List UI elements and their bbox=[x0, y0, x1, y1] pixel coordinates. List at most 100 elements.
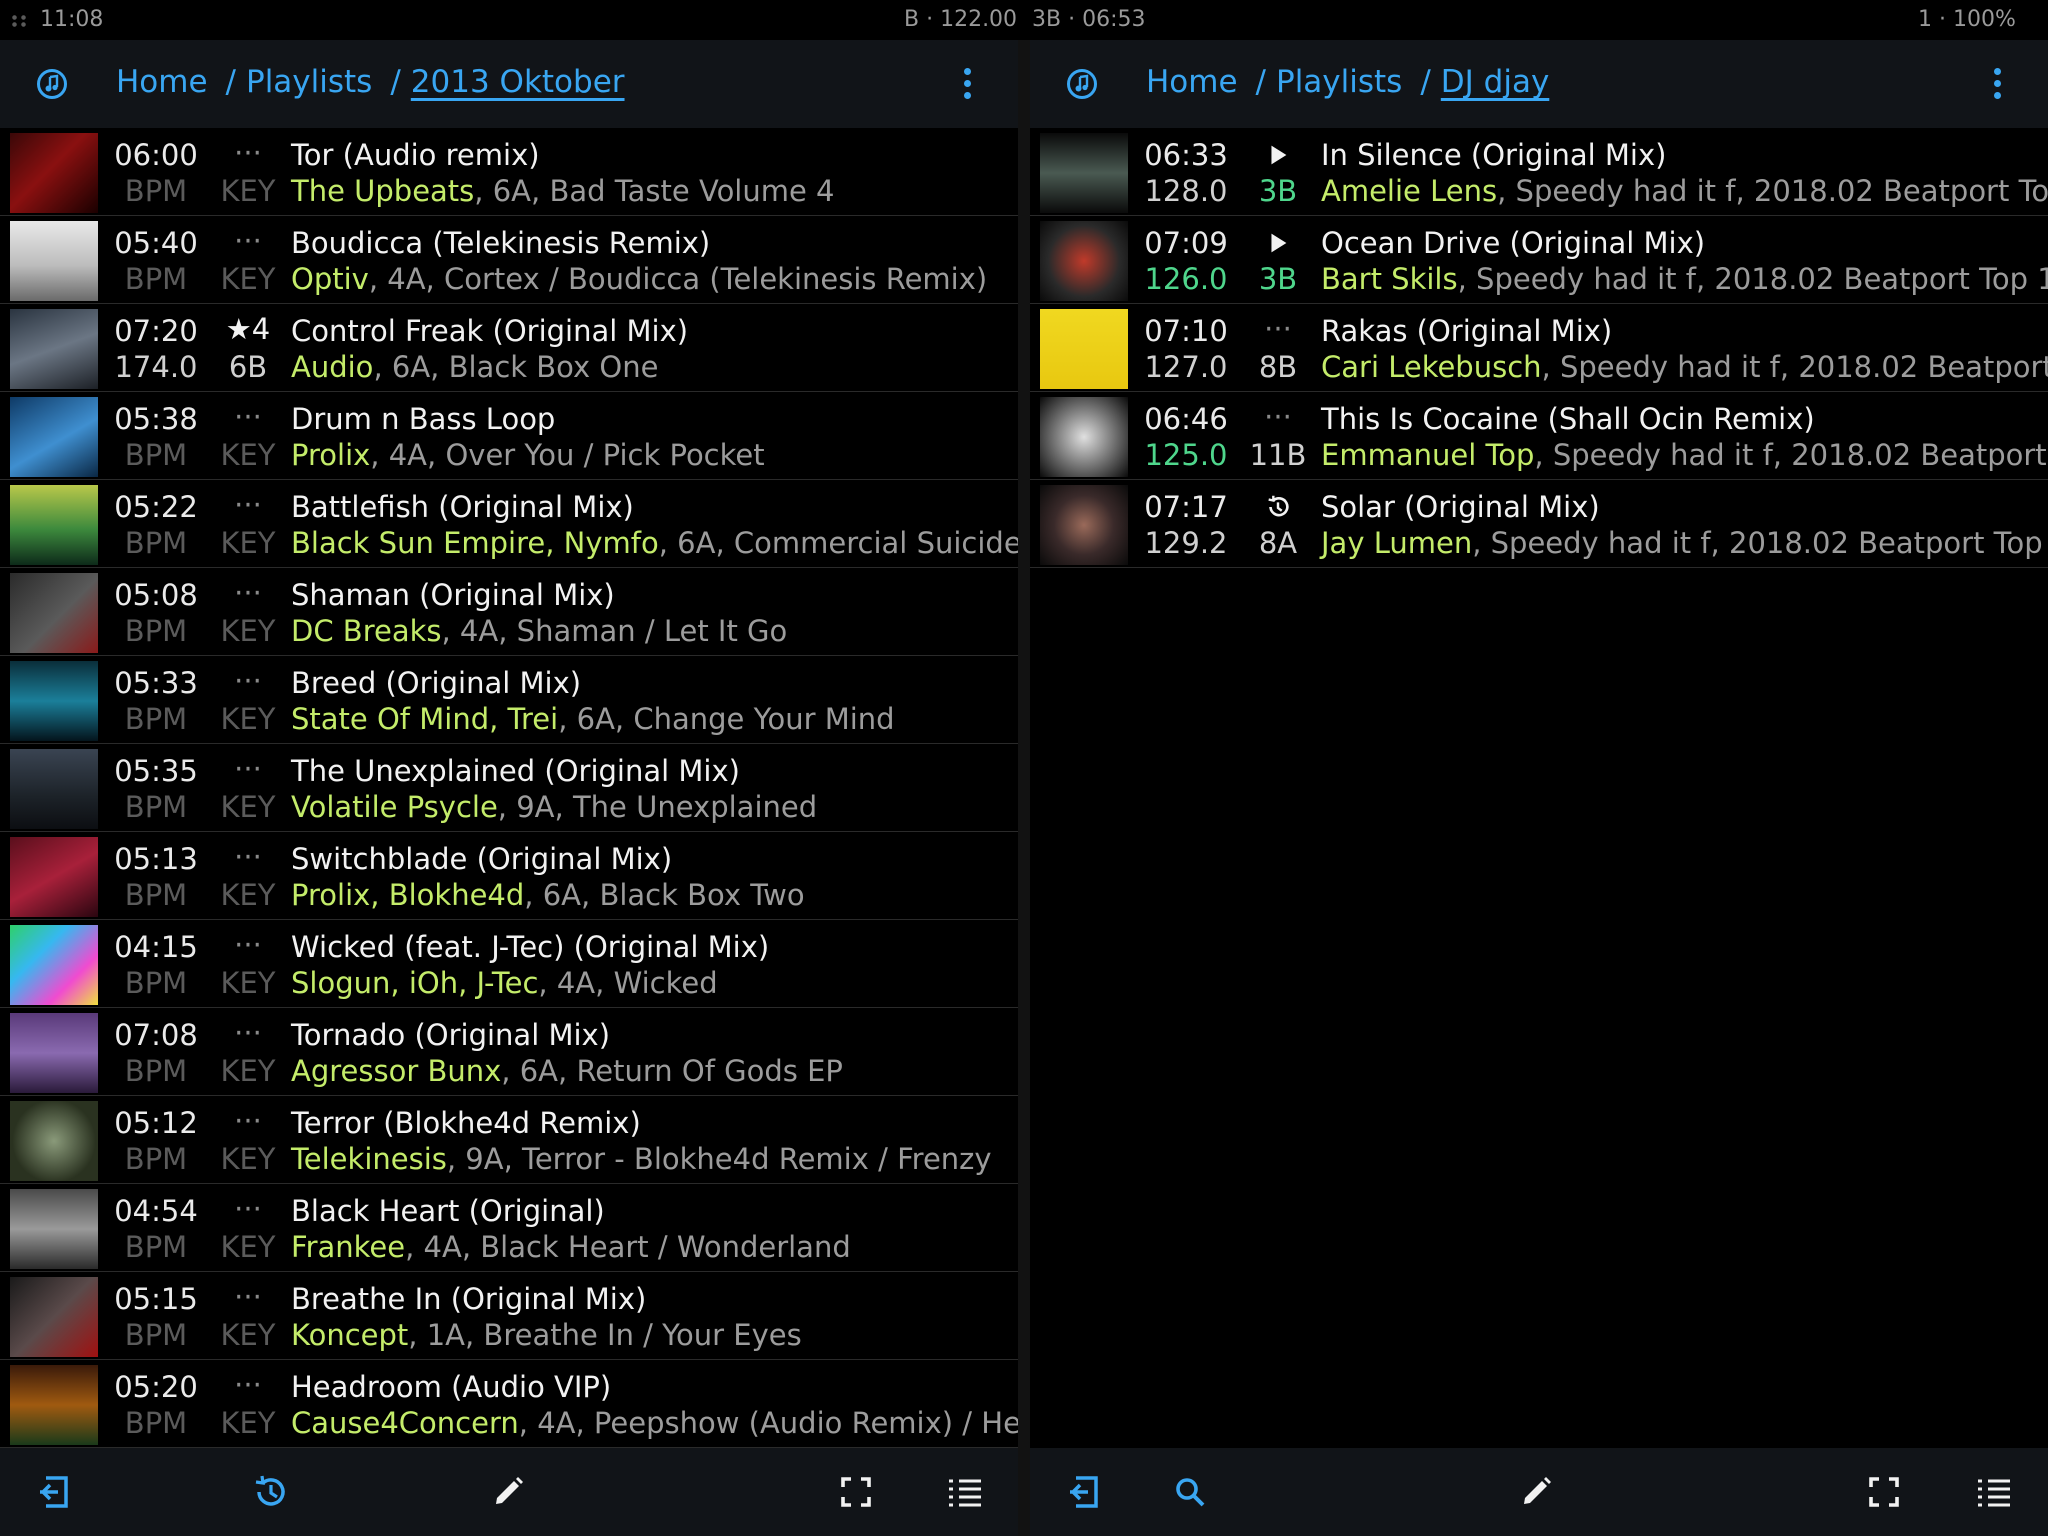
album-cover[interactable] bbox=[10, 133, 98, 213]
track-artist: Audio bbox=[291, 350, 374, 384]
track-title: Black Heart (Original) bbox=[291, 1194, 605, 1228]
track-status: ··· bbox=[234, 1280, 262, 1314]
album-cover[interactable] bbox=[10, 397, 98, 477]
track-row[interactable]: 04:54 BPM ··· KEY Black Heart (Original) Fran… bbox=[0, 1184, 1018, 1272]
album-cover[interactable] bbox=[10, 1189, 98, 1269]
track-bpm: BPM bbox=[124, 878, 188, 912]
track-list[interactable]: 06:00 BPM ··· KEY Tor (Audio remix) The Upbea… bbox=[0, 128, 1018, 1448]
album-cover[interactable] bbox=[1040, 133, 1128, 213]
album-cover[interactable] bbox=[1040, 485, 1128, 565]
album-cover[interactable] bbox=[1040, 309, 1128, 389]
track-row[interactable]: 05:15 BPM ··· KEY Breathe In (Original Mix) K… bbox=[0, 1272, 1018, 1360]
track-duration: 07:10 bbox=[1144, 314, 1228, 348]
fullscreen-icon[interactable] bbox=[1864, 1472, 1904, 1512]
track-artist: Jay Lumen bbox=[1321, 526, 1473, 560]
track-row[interactable]: 05:13 BPM ··· KEY Switchblade (Original Mix)… bbox=[0, 832, 1018, 920]
album-cover[interactable] bbox=[10, 485, 98, 565]
search-icon[interactable] bbox=[1170, 1472, 1210, 1512]
track-duration: 06:33 bbox=[1144, 138, 1228, 172]
track-status bbox=[1242, 224, 1314, 258]
status-bar: 11:08 B · 122.00 3B · 06:53 1 · 100% bbox=[0, 0, 2048, 40]
track-duration: 05:13 bbox=[114, 842, 198, 876]
track-row[interactable]: 06:33 128.0 3B In Silence (Original Mix) Ame… bbox=[1030, 128, 2048, 216]
album-cover[interactable] bbox=[10, 1277, 98, 1357]
track-row[interactable]: 07:17 129.2 8A Solar (Original Mix) Jay Lume… bbox=[1030, 480, 2048, 568]
track-row[interactable]: 07:10 127.0 ··· 8B Rakas (Original Mix) Cari … bbox=[1030, 304, 2048, 392]
album-cover[interactable] bbox=[10, 837, 98, 917]
track-row[interactable]: 05:12 BPM ··· KEY Terror (Blokhe4d Remix) Tel… bbox=[0, 1096, 1018, 1184]
music-icon[interactable] bbox=[1066, 68, 1098, 100]
album-cover[interactable] bbox=[1040, 397, 1128, 477]
panel-divider[interactable] bbox=[1018, 40, 1030, 1536]
breadcrumb-playlists[interactable]: Playlists bbox=[246, 64, 372, 100]
track-artist: State Of Mind, Trei bbox=[291, 702, 559, 736]
track-artist: Amelie Lens bbox=[1321, 174, 1498, 208]
track-bpm: BPM bbox=[124, 790, 188, 824]
album-cover[interactable] bbox=[10, 1013, 98, 1093]
album-cover[interactable] bbox=[10, 573, 98, 653]
edit-icon[interactable] bbox=[488, 1472, 528, 1512]
track-row[interactable]: 05:20 BPM ··· KEY Headroom (Audio VIP) Cause4… bbox=[0, 1360, 1018, 1448]
track-status bbox=[1242, 136, 1314, 170]
more-options-icon[interactable] bbox=[964, 68, 972, 102]
album-cover[interactable] bbox=[10, 309, 98, 389]
track-duration: 04:15 bbox=[114, 930, 198, 964]
right-panel: Home / Playlists / DJ djay 06:33 128.0 3B In Si… bbox=[1030, 40, 2048, 1536]
track-info: , 4A, Wicked bbox=[538, 966, 718, 1000]
breadcrumb-separator: / bbox=[1255, 64, 1266, 100]
track-duration: 05:35 bbox=[114, 754, 198, 788]
album-cover[interactable] bbox=[10, 221, 98, 301]
music-icon[interactable] bbox=[36, 68, 68, 100]
track-row[interactable]: 05:35 BPM ··· KEY The Unexplained (Original … bbox=[0, 744, 1018, 832]
track-title: Terror (Blokhe4d Remix) bbox=[291, 1106, 641, 1140]
album-cover[interactable] bbox=[10, 1101, 98, 1181]
breadcrumb-current[interactable]: DJ djay bbox=[1441, 64, 1550, 100]
track-row[interactable]: 06:46 125.0 ··· 11B This Is Cocaine (Shall O… bbox=[1030, 392, 2048, 480]
album-cover[interactable] bbox=[10, 749, 98, 829]
track-duration: 06:00 bbox=[114, 138, 198, 172]
track-info: , 4A, Peepshow (Audio Remix) / Head bbox=[518, 1406, 1018, 1440]
breadcrumb-playlists[interactable]: Playlists bbox=[1276, 64, 1402, 100]
track-row[interactable]: 05:38 BPM ··· KEY Drum n Bass Loop Prolix, 4A… bbox=[0, 392, 1018, 480]
breadcrumb-current[interactable]: 2013 Oktober bbox=[411, 64, 625, 100]
track-status: ··· bbox=[234, 1192, 262, 1226]
track-row[interactable]: 07:08 BPM ··· KEY Tornado (Original Mix) Agre… bbox=[0, 1008, 1018, 1096]
breadcrumb-home[interactable]: Home bbox=[1146, 64, 1238, 100]
track-key: KEY bbox=[220, 790, 276, 824]
track-artist: The Upbeats bbox=[291, 174, 475, 208]
track-meta: Cari Lekebusch, Speedy had it f, 2018.02… bbox=[1321, 350, 2048, 384]
fullscreen-icon[interactable] bbox=[836, 1472, 876, 1512]
track-meta: Audio, 6A, Black Box One bbox=[291, 350, 658, 384]
album-cover[interactable] bbox=[1040, 221, 1128, 301]
edit-icon[interactable] bbox=[1516, 1472, 1556, 1512]
track-meta: Amelie Lens, Speedy had it f, 2018.02 Be… bbox=[1321, 174, 2048, 208]
track-list[interactable]: 06:33 128.0 3B In Silence (Original Mix) Ame… bbox=[1030, 128, 2048, 568]
breadcrumb-separator: / bbox=[225, 64, 236, 100]
track-duration: 05:20 bbox=[114, 1370, 198, 1404]
album-cover[interactable] bbox=[10, 1365, 98, 1445]
grip-icon[interactable] bbox=[10, 14, 28, 28]
list-icon[interactable] bbox=[945, 1472, 985, 1512]
track-row[interactable]: 04:15 BPM ··· KEY Wicked (feat. J-Tec) (Orig… bbox=[0, 920, 1018, 1008]
album-cover[interactable] bbox=[10, 925, 98, 1005]
track-row[interactable]: 07:20 174.0 ★4 6B Control Freak (Original Mi… bbox=[0, 304, 1018, 392]
exit-icon[interactable] bbox=[1064, 1472, 1104, 1512]
track-row[interactable]: 05:33 BPM ··· KEY Breed (Original Mix) State … bbox=[0, 656, 1018, 744]
history-icon[interactable] bbox=[250, 1472, 290, 1512]
breadcrumb-home[interactable]: Home bbox=[116, 64, 208, 100]
track-artist: Telekinesis bbox=[291, 1142, 447, 1176]
track-key: 8A bbox=[1258, 526, 1298, 560]
track-meta: Bart Skils, Speedy had it f, 2018.02 Bea… bbox=[1321, 262, 2048, 296]
track-status: ··· bbox=[234, 1016, 262, 1050]
track-row[interactable]: 05:22 BPM ··· KEY Battlefish (Original Mix) B… bbox=[0, 480, 1018, 568]
track-row[interactable]: 07:09 126.0 3B Ocean Drive (Original Mix) Ba… bbox=[1030, 216, 2048, 304]
track-row[interactable]: 05:08 BPM ··· KEY Shaman (Original Mix) DC Br… bbox=[0, 568, 1018, 656]
album-cover[interactable] bbox=[10, 661, 98, 741]
more-options-icon[interactable] bbox=[1994, 68, 2002, 102]
track-key: 8B bbox=[1258, 350, 1298, 384]
track-status: ··· bbox=[234, 840, 262, 874]
list-icon[interactable] bbox=[1974, 1472, 2014, 1512]
exit-icon[interactable] bbox=[34, 1472, 74, 1512]
track-row[interactable]: 06:00 BPM ··· KEY Tor (Audio remix) The Upbea… bbox=[0, 128, 1018, 216]
track-row[interactable]: 05:40 BPM ··· KEY Boudicca (Telekinesis Remi… bbox=[0, 216, 1018, 304]
